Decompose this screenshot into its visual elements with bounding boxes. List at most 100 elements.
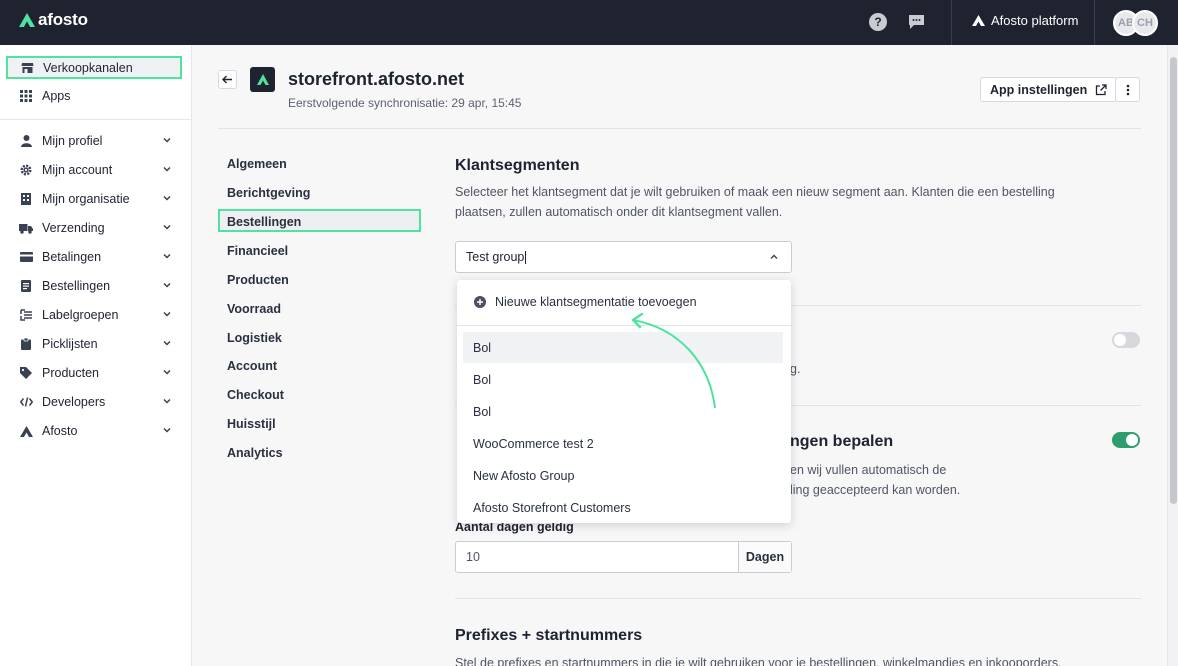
toggle-switch-2[interactable] [1112, 432, 1140, 448]
sidebar-item-mijn-organisatie[interactable]: Mijn organisatie [8, 188, 180, 210]
obscured-description-line: ling geaccepteerd kan worden. [790, 483, 961, 497]
subnav-logistiek[interactable]: Logistiek [227, 331, 282, 345]
back-button[interactable] [218, 70, 237, 89]
gear-icon [19, 163, 33, 177]
sidebar-divider [0, 119, 192, 120]
sidebar-item-label: Verkoopkanalen [43, 60, 133, 75]
section-title-klantsegmenten: Klantsegmenten [455, 157, 580, 174]
clipboard-icon [19, 337, 33, 351]
sidebar: Verkoopkanalen Apps Mijn profiel Mijn ac… [0, 45, 192, 666]
sidebar-item-producten[interactable]: Producten [8, 362, 180, 384]
platform-switcher[interactable]: Afosto platform [972, 13, 1078, 28]
subnav-producten[interactable]: Producten [227, 273, 289, 287]
truck-icon [19, 221, 33, 235]
toggle-switch-1[interactable] [1112, 332, 1140, 348]
code-icon [19, 395, 33, 409]
sidebar-item-label: Developers [42, 395, 106, 409]
dropdown-option[interactable]: WooCommerce test 2 [463, 428, 783, 459]
sidebar-item-label: Mijn profiel [42, 134, 103, 148]
sidebar-item-label: Picklijsten [42, 337, 98, 351]
section-title-prefixes: Prefixes + startnummers [455, 627, 643, 644]
afosto-logo[interactable]: afosto [19, 10, 88, 30]
annotation-arrow [631, 312, 716, 409]
chevron-up-icon [770, 254, 778, 259]
section-description-prefixes: Stel de prefixes en startnummers in die … [455, 656, 1062, 666]
chevron-down-icon [163, 282, 171, 288]
chevron-down-icon [163, 137, 171, 143]
days-valid-field: 10 Dagen [455, 541, 792, 573]
chevron-down-icon [163, 369, 171, 375]
app-settings-label: App instellingen [990, 82, 1088, 97]
more-options-button[interactable] [1115, 77, 1140, 102]
sidebar-item-label: Labelgroepen [42, 308, 119, 322]
sidebar-item-label: Verzending [42, 221, 105, 235]
chevron-down-icon [163, 398, 171, 404]
main-content: storefront.afosto.net Eerstvolgende sync… [192, 45, 1167, 666]
subnav-account[interactable]: Account [227, 359, 277, 373]
scrollbar-thumb[interactable] [1170, 57, 1177, 504]
subnav-huisstijl[interactable]: Huisstijl [227, 417, 276, 431]
sidebar-item-mijn-profiel[interactable]: Mijn profiel [8, 130, 180, 152]
obscured-section-title: ngen bepalen [790, 433, 894, 450]
sidebar-item-betalingen[interactable]: Betalingen [8, 246, 180, 268]
dropdown-option[interactable]: Afosto Storefront Customers [463, 492, 783, 523]
dropdown-option[interactable]: New Afosto Group [463, 460, 783, 491]
afosto-logo-icon [19, 13, 35, 27]
subnav-analytics[interactable]: Analytics [227, 446, 283, 460]
subnav-financieel[interactable]: Financieel [227, 244, 288, 258]
sidebar-item-bestellingen[interactable]: Bestellingen [8, 275, 180, 297]
subnav-voorraad[interactable]: Voorraad [227, 302, 281, 316]
subnav-checkout[interactable]: Checkout [227, 388, 284, 402]
person-icon [19, 134, 33, 148]
app-settings-button[interactable]: App instellingen [980, 77, 1118, 102]
sidebar-item-developers[interactable]: Developers [8, 391, 180, 413]
plus-circle-icon [474, 296, 486, 308]
segment-select-value: Test group [466, 250, 525, 264]
storefront-icon [20, 61, 34, 75]
chevron-down-icon [163, 340, 171, 346]
help-icon[interactable]: ? [869, 13, 887, 31]
avatar[interactable]: CH [1132, 10, 1158, 36]
sidebar-item-mijn-account[interactable]: Mijn account [8, 159, 180, 181]
sidebar-item-labelgroepen[interactable]: Labelgroepen [8, 304, 180, 326]
afosto-logo-icon [19, 424, 33, 438]
scrollbar[interactable] [1167, 45, 1178, 666]
arrow-left-icon [222, 75, 232, 84]
building-icon [19, 192, 33, 206]
subnav-berichtgeving[interactable]: Berichtgeving [227, 186, 310, 200]
sidebar-item-verkoopkanalen[interactable]: Verkoopkanalen [6, 56, 182, 79]
sync-subtitle: Eerstvolgende synchronisatie: 29 apr, 15… [288, 96, 522, 110]
subnav-algemeen[interactable]: Algemeen [227, 157, 287, 171]
segment-select[interactable]: Test group [455, 241, 792, 273]
chevron-down-icon [163, 427, 171, 433]
obscured-text-fragment: g. [790, 362, 801, 376]
afosto-platform-icon [972, 15, 985, 26]
chevron-down-icon [163, 166, 171, 172]
topbar-divider [1094, 0, 1095, 45]
obscured-description-line: en wij vullen automatisch de [790, 463, 947, 477]
sidebar-item-label: Bestellingen [42, 279, 111, 293]
tag-icon [19, 366, 33, 380]
days-valid-input[interactable]: 10 [456, 542, 738, 572]
sidebar-item-label: Mijn organisatie [42, 192, 130, 206]
receipt-icon [19, 279, 33, 293]
sidebar-item-label: Producten [42, 366, 99, 380]
sidebar-item-afosto[interactable]: Afosto [8, 420, 180, 442]
sidebar-item-apps[interactable]: Apps [8, 85, 180, 107]
subnav-bestellingen[interactable]: Bestellingen [227, 215, 301, 229]
sidebar-item-label: Afosto [42, 424, 78, 438]
text-cursor [525, 250, 527, 264]
sidebar-item-label: Betalingen [42, 250, 102, 264]
afosto-logo-icon [256, 74, 269, 85]
chevron-down-icon [163, 195, 171, 201]
sidebar-item-picklijsten[interactable]: Picklijsten [8, 333, 180, 355]
sidebar-item-label: Apps [42, 89, 71, 103]
chevron-down-icon [163, 311, 171, 317]
chat-icon[interactable] [907, 13, 925, 31]
logo-text: afosto [38, 10, 88, 29]
sidebar-item-verzending[interactable]: Verzending [8, 217, 180, 239]
chevron-down-icon [163, 224, 171, 230]
add-segment-option[interactable]: Nieuwe klantsegmentatie toevoegen [474, 295, 697, 309]
chevron-down-icon [163, 253, 171, 259]
add-segment-label: Nieuwe klantsegmentatie toevoegen [495, 295, 697, 309]
